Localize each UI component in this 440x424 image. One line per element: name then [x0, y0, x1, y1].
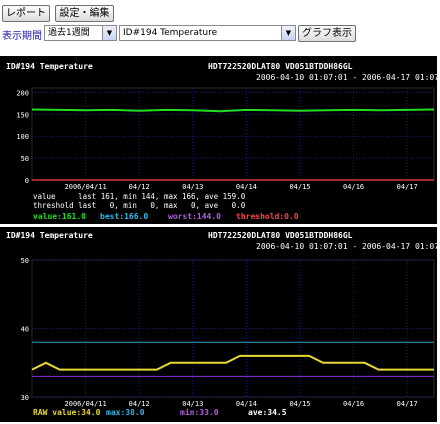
- chart2-legend-raw: RAW value:34.0: [33, 408, 101, 417]
- temperature-chart-panel: 0 50 100 150 200 2006/04/11 04/12 04/13 04/14 04/…: [0, 56, 437, 224]
- chart1-range: 2006-04-10 01:07:01 - 2006-04-17 01:07:0…: [256, 73, 437, 82]
- chart1-plot-frame: [31, 87, 435, 181]
- period-label: 表示期間: [2, 31, 42, 42]
- temperature-chart: 0 50 100 150 200 2006/04/11 04/12 04/13 04/14 04/…: [6, 62, 437, 221]
- chart1-x-tick-label: 2006/04/11: [65, 183, 107, 191]
- chart1-stats-threshold: threshold last 0, min 0, max 0, ave 0.0: [33, 201, 246, 210]
- period-select-value: 過去1週間: [48, 28, 90, 38]
- chart2-title: ID#194 Temperature: [6, 231, 93, 240]
- period-select[interactable]: 過去1週間 ▼: [44, 25, 117, 41]
- chart2-x-tick-label: 04/15: [289, 400, 310, 408]
- chart2-x-tick-label: 04/12: [129, 400, 150, 408]
- chart1-y-tick-label: 100: [16, 133, 29, 141]
- chart1-x-tick-label: 04/17: [397, 183, 418, 191]
- item-select-value: ID#194 Temperature: [123, 28, 218, 38]
- chart1-legend-best: best:166.0: [100, 212, 148, 221]
- chart1-title: ID#194 Temperature: [6, 62, 93, 71]
- chart1-x-tick-label: 04/15: [289, 183, 310, 191]
- chart1-y-tick-label: 50: [21, 155, 29, 163]
- report-button[interactable]: レポート: [2, 5, 50, 22]
- chart2-model: HDT722520DLAT80 VD051BTDDH86GL: [208, 231, 353, 240]
- chart2-series-raw-value: [31, 354, 434, 371]
- raw-temperature-chart: 30 40 50 2006/04/11 04/12 04/13 04/14 04/15 04/1…: [6, 231, 437, 417]
- raw-temperature-chart-panel: 30 40 50 2006/04/11 04/12 04/13 04/14 04/15 04/1…: [0, 227, 437, 422]
- chart1-y-tick-label: 200: [16, 89, 29, 97]
- chart2-y-tick-label: 30: [21, 394, 29, 402]
- show-graph-button[interactable]: グラフ表示: [298, 25, 356, 42]
- chart1-x-tick-label: 04/14: [236, 183, 257, 191]
- item-select[interactable]: ID#194 Temperature ▼: [119, 25, 296, 41]
- chart1-series-value: [31, 108, 435, 113]
- chart1-y-tick-label: 150: [16, 111, 29, 119]
- chart2-x-tick-label: 04/17: [397, 400, 418, 408]
- chevron-down-icon[interactable]: ▼: [281, 26, 295, 40]
- chart2-legend-ave: ave:34.5: [248, 408, 287, 417]
- chart1-stats-value: value last 161, min 144, max 166, ave 15…: [33, 192, 246, 201]
- chart2-legend-max: max:38.0: [106, 408, 145, 417]
- chart2-range: 2006-04-10 01:07:01 - 2006-04-17 01:07:0…: [256, 242, 437, 251]
- settings-edit-button[interactable]: 設定・編集: [55, 5, 114, 22]
- chart2-y-tick-label: 50: [21, 257, 29, 265]
- chart1-y-tick-label: 0: [25, 177, 29, 185]
- chart2-x-tick-label: 04/16: [343, 400, 364, 408]
- chart2-legend-min: min:33.0: [180, 407, 219, 417]
- chart2-y-tick-label: 40: [21, 326, 29, 334]
- chart1-x-tick-label: 04/13: [182, 183, 203, 191]
- chart1-legend-value: value:161.0: [33, 212, 86, 221]
- chart2-x-tick-label: 04/13: [182, 400, 203, 408]
- chevron-down-icon[interactable]: ▼: [102, 26, 116, 40]
- chart1-x-tick-label: 04/16: [343, 183, 364, 191]
- chart2-x-tick-label: 2006/04/11: [65, 400, 107, 408]
- chart1-legend-threshold: threshold:0.0: [236, 212, 299, 221]
- chart1-x-tick-label: 04/12: [129, 183, 150, 191]
- chart1-legend-worst: worst:144.0: [168, 212, 221, 221]
- chart1-model: HDT722520DLAT80 VD051BTDDH86GL: [208, 62, 353, 71]
- chart2-x-tick-label: 04/14: [236, 400, 257, 408]
